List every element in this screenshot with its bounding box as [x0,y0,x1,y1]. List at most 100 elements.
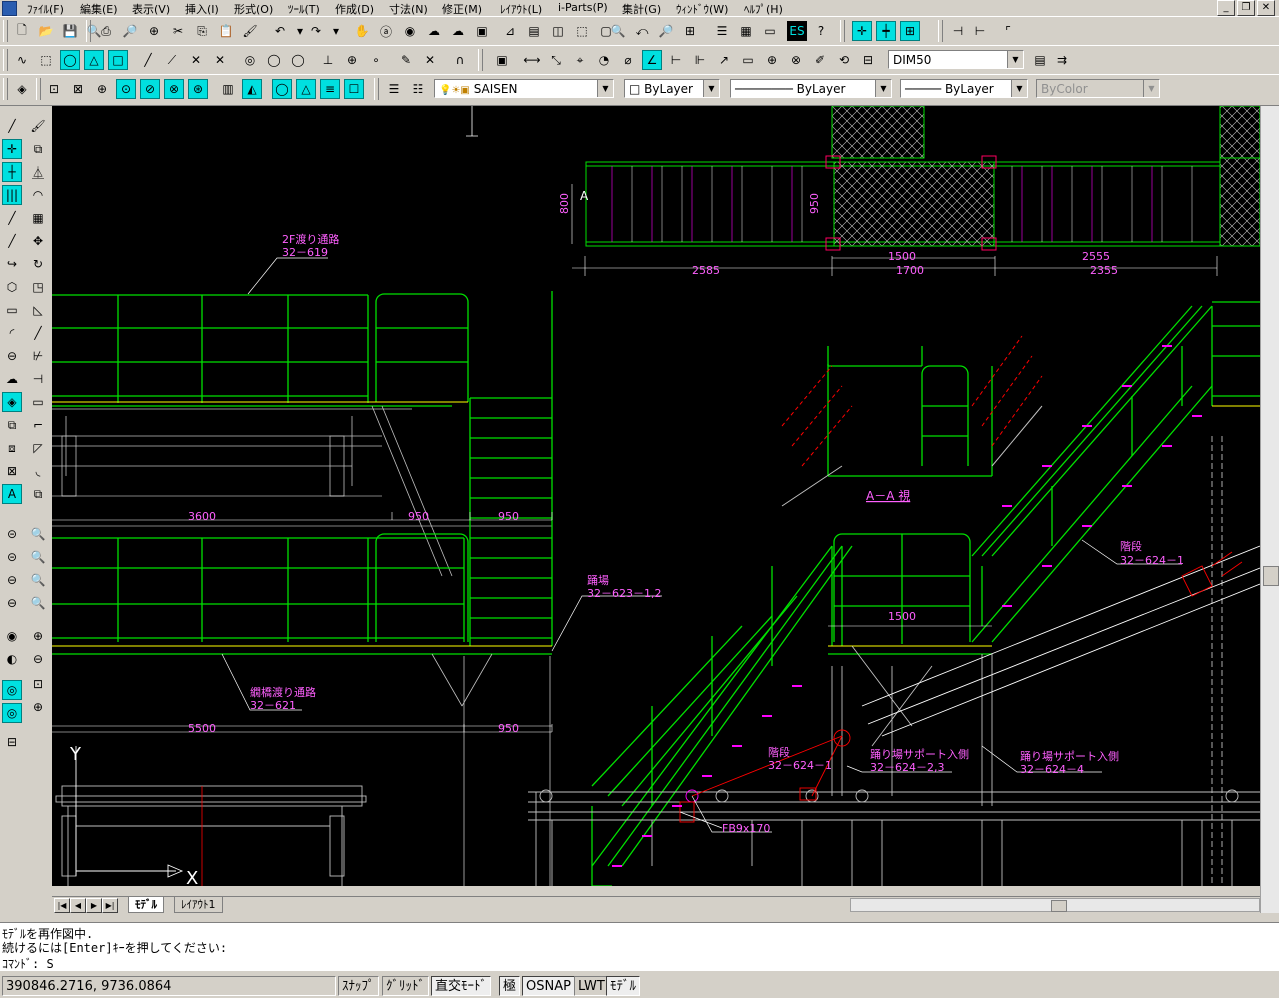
magnet-icon[interactable]: ∩ [450,50,470,70]
snap-grid-icon[interactable]: ⊞ [900,21,920,41]
osnap-quadrant-icon[interactable]: ⊘ [140,79,160,99]
dropdown-arrow-icon[interactable]: ▼ [875,80,891,97]
polygon-icon[interactable]: ╱ [2,208,22,228]
circle-draw-icon[interactable]: ⊖ [2,346,22,366]
xline-icon[interactable]: ⟋ [162,50,182,70]
zoom-scale-icon[interactable]: 🔍 [28,570,48,590]
menu-format[interactable]: 形式(O) [234,1,273,17]
line-icon[interactable]: ╱ [2,116,22,136]
perpendicular-icon[interactable]: ⊥ [318,50,338,70]
circle-2p-icon[interactable]: ◯ [288,50,308,70]
dim-style-manager-icon[interactable]: ▤ [1030,50,1050,70]
redo-dropdown-icon[interactable]: ▾ [326,21,346,41]
dim-edit-icon[interactable]: ⊗ [786,50,806,70]
toolbar-grip[interactable] [3,20,8,42]
rect-draw-icon[interactable]: ▭ [2,300,22,320]
dim-update-icon[interactable]: ⟲ [834,50,854,70]
command-window[interactable]: ﾓﾃﾞﾙを再作図中. 続けるには[Enter]ｷｰを押してください: ｺﾏﾝﾄﾞ… [0,922,1279,971]
offset-icon[interactable]: ◠ [28,185,48,205]
design-center-icon[interactable]: ▣ [472,21,492,41]
menu-draw[interactable]: 作成(D) [335,1,374,17]
shade2-icon[interactable]: ◐ [2,649,22,669]
horizontal-scrollbar[interactable] [850,898,1260,912]
close-icon[interactable]: ✕ [1257,0,1275,16]
drawing-canvas[interactable]: 2F渡り通路 32－619 繝橋渡り通路 32－621 踊場 32－623－1,… [52,106,1260,886]
globe-icon[interactable]: ◉ [400,21,420,41]
line-icon[interactable]: ╱ [138,50,158,70]
dropdown-arrow-icon[interactable]: ▼ [1007,51,1023,68]
layer-manager-icon[interactable]: ☰ [384,79,404,99]
point-icon[interactable]: ∘ [366,50,386,70]
dropdown-arrow-icon[interactable]: ▼ [1011,80,1027,97]
lengthen-icon[interactable]: ╱ [28,323,48,343]
make-block-icon[interactable]: ⊠ [2,461,22,481]
copy-icon[interactable]: ⎘ [192,21,212,41]
osnap-none-icon[interactable]: ☐ [344,79,364,99]
hexagon-icon[interactable]: ⬡ [2,277,22,297]
tab-model[interactable]: ﾓﾃﾞﾙ [128,897,164,913]
scale-icon[interactable]: ◳ [28,277,48,297]
ucs-icon[interactable]: ⊿ [500,21,520,41]
extend-icon[interactable]: ⊣ [28,369,48,389]
menu-view[interactable]: 表示(V) [132,1,170,17]
esc-icon[interactable]: ES [787,21,807,41]
calculator-icon[interactable]: ▦ [736,21,756,41]
new-file-icon[interactable]: 🗋 [12,21,32,41]
zoom-window-icon[interactable]: 🔎 [656,21,676,41]
dim-linear-icon[interactable]: ⟷ [522,50,542,70]
snap-circle-icon[interactable]: ◯ [60,50,80,70]
dim-ordinate-icon[interactable]: ⌖ [570,50,590,70]
dropdown-arrow-icon[interactable]: ▼ [703,80,719,97]
erase-icon[interactable]: ◈ [12,79,32,99]
erase-brush-icon[interactable]: 🖌 [28,116,48,136]
zoom-extents-icon[interactable]: ⊞ [680,21,700,41]
menu-modify[interactable]: 修正(M) [442,1,482,17]
construction-line-icon[interactable]: ✛ [2,139,22,159]
break-line-icon[interactable]: ⊣ [948,21,968,41]
paste-icon[interactable]: 📋 [216,21,236,41]
text-icon[interactable]: A [2,484,22,504]
polar-toggle[interactable]: 極 [499,976,521,996]
trim-line-icon[interactable]: ⊢ [970,21,990,41]
cloud-icon[interactable]: ☁ [448,21,468,41]
circle-center-icon[interactable]: ◎ [240,50,260,70]
camera-icon[interactable]: ⊟ [2,732,22,752]
copy-object-icon[interactable]: ⧉ [28,139,48,159]
menu-window[interactable]: ｳｨﾝﾄﾞｳ(W) [676,1,728,17]
osnap-perp-icon[interactable]: ◭ [242,79,262,99]
snap-triangle-icon[interactable]: △ [84,50,104,70]
open-folder-icon[interactable]: 📂 [36,21,56,41]
layer-previous-icon[interactable]: ☷ [408,79,428,99]
dim-style-select[interactable]: DIM50 ▼ [888,50,1024,69]
snap-toggle[interactable]: ｽﾅｯﾌﾟ [338,976,379,996]
ortho-toggle[interactable]: 直交ﾓｰﾄﾞ [431,976,492,996]
shade-icon[interactable]: ◉ [2,626,22,646]
zoom-plus-icon[interactable]: ⊕ [28,626,48,646]
dim-radius-icon[interactable]: ◔ [594,50,614,70]
insert-icon[interactable]: ⧈ [2,438,22,458]
linetype-select[interactable]: ──────── ByLayer ▼ [730,79,892,98]
restore-icon[interactable]: ❐ [1237,0,1255,16]
dropdown-arrow-icon[interactable]: ▼ [597,80,613,97]
insert-block-icon[interactable]: ⊕ [342,50,362,70]
arc-icon[interactable]: ↪ [2,254,22,274]
properties-icon[interactable]: ▤ [524,21,544,41]
hyperlink-icon[interactable]: ☁ [424,21,444,41]
print-preview-icon[interactable]: 🔎 [120,21,140,41]
osnap-center-icon[interactable]: ⊕ [92,79,112,99]
osnap-endpoint-icon[interactable]: ⊡ [44,79,64,99]
osnap-toggle[interactable]: OSNAP [522,976,575,996]
multiline-icon[interactable]: ┼ [2,162,22,182]
scroll-thumb[interactable] [1051,900,1067,912]
stretch-icon[interactable]: ◺ [28,300,48,320]
move-icon[interactable]: ✥ [28,231,48,251]
osnap-nearest-icon[interactable]: △ [296,79,316,99]
dim-style-icon[interactable]: ▣ [492,50,512,70]
snap-midpoint-icon[interactable]: ┿ [876,21,896,41]
undo-icon[interactable]: ↶ [270,21,290,41]
render-icon[interactable]: ◎ [2,680,22,700]
menu-insert[interactable]: 挿入(I) [185,1,219,17]
menu-summary[interactable]: 集計(G) [622,1,661,17]
zoom-window-left-icon[interactable]: 🔍 [28,547,48,567]
save-icon[interactable]: 💾 [60,21,80,41]
